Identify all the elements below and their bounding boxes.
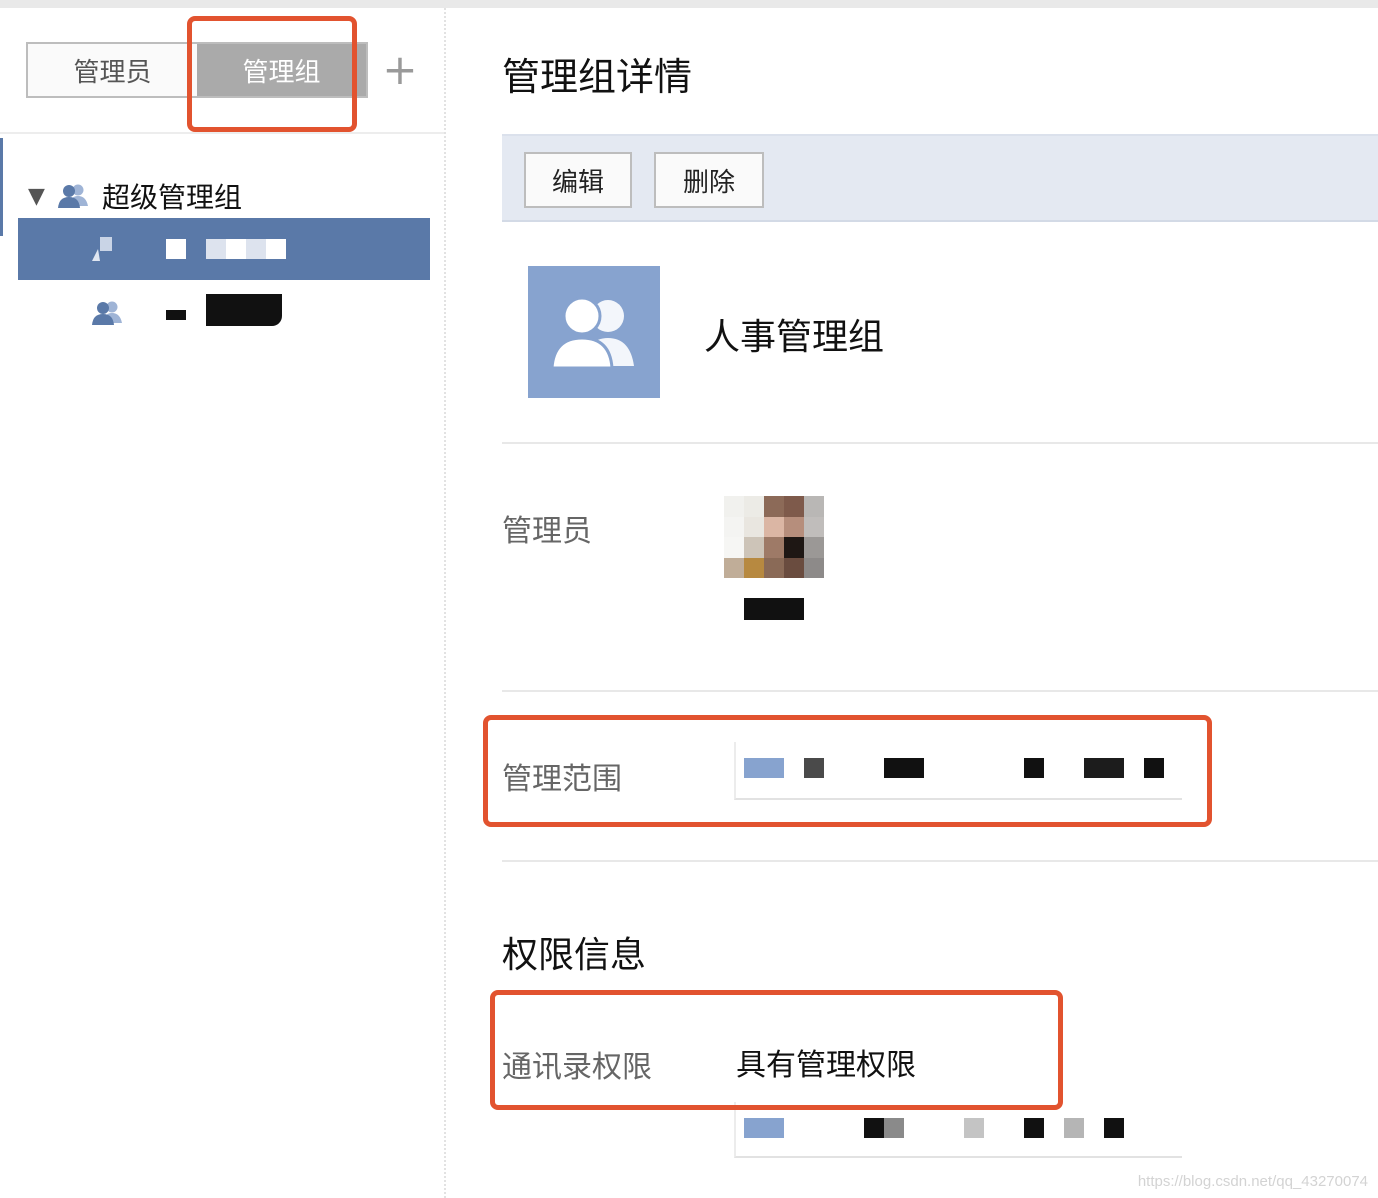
sidebar: 管理员 管理组 + ▼ 超级管理组: [0, 8, 446, 1198]
scope-chip: [1064, 1118, 1084, 1138]
divider: [502, 860, 1378, 862]
add-button[interactable]: +: [380, 48, 420, 92]
admin-avatar[interactable]: [724, 496, 824, 578]
tree-root-super-admin-group[interactable]: ▼ 超级管理组: [28, 174, 242, 218]
tree-item-selected[interactable]: [18, 218, 430, 280]
caret-down-icon[interactable]: ▼: [28, 184, 56, 209]
group-icon: [90, 299, 124, 327]
group-icon: [56, 182, 90, 210]
page-title: 管理组详情: [502, 55, 693, 99]
scope-chip: [864, 1118, 884, 1138]
masked-text: [166, 239, 286, 259]
delete-button[interactable]: 删除: [654, 152, 764, 208]
divider: [502, 442, 1378, 444]
scope-chip: [744, 1118, 784, 1138]
admin-name-masked: [744, 598, 804, 620]
scope-chip: [964, 1118, 984, 1138]
scope-chip: [1104, 1118, 1124, 1138]
watermark: https://blog.csdn.net/qq_43270074: [1137, 1173, 1368, 1190]
highlight-box-scope: [483, 715, 1212, 827]
highlight-box-permission: [490, 990, 1063, 1110]
group-icon: [550, 296, 634, 370]
group-name: 人事管理组: [704, 317, 885, 358]
group-icon: [90, 235, 124, 263]
scope-chip: [1024, 1118, 1044, 1138]
tree-item[interactable]: [18, 282, 430, 344]
tree-root-label: 超级管理组: [102, 181, 243, 214]
highlight-box-tab: [187, 16, 357, 132]
sidebar-accent-bar: [0, 138, 3, 236]
masked-text: [166, 294, 282, 326]
admin-label: 管理员: [502, 514, 592, 549]
tab-admins[interactable]: 管理员: [28, 44, 197, 96]
scope-chip: [884, 1118, 904, 1138]
edit-button[interactable]: 编辑: [524, 152, 632, 208]
toolbar: 编辑 删除: [502, 134, 1378, 222]
permissions-title: 权限信息: [502, 935, 647, 976]
group-avatar: [528, 266, 660, 398]
sidebar-divider: [0, 132, 444, 134]
divider: [502, 690, 1378, 692]
